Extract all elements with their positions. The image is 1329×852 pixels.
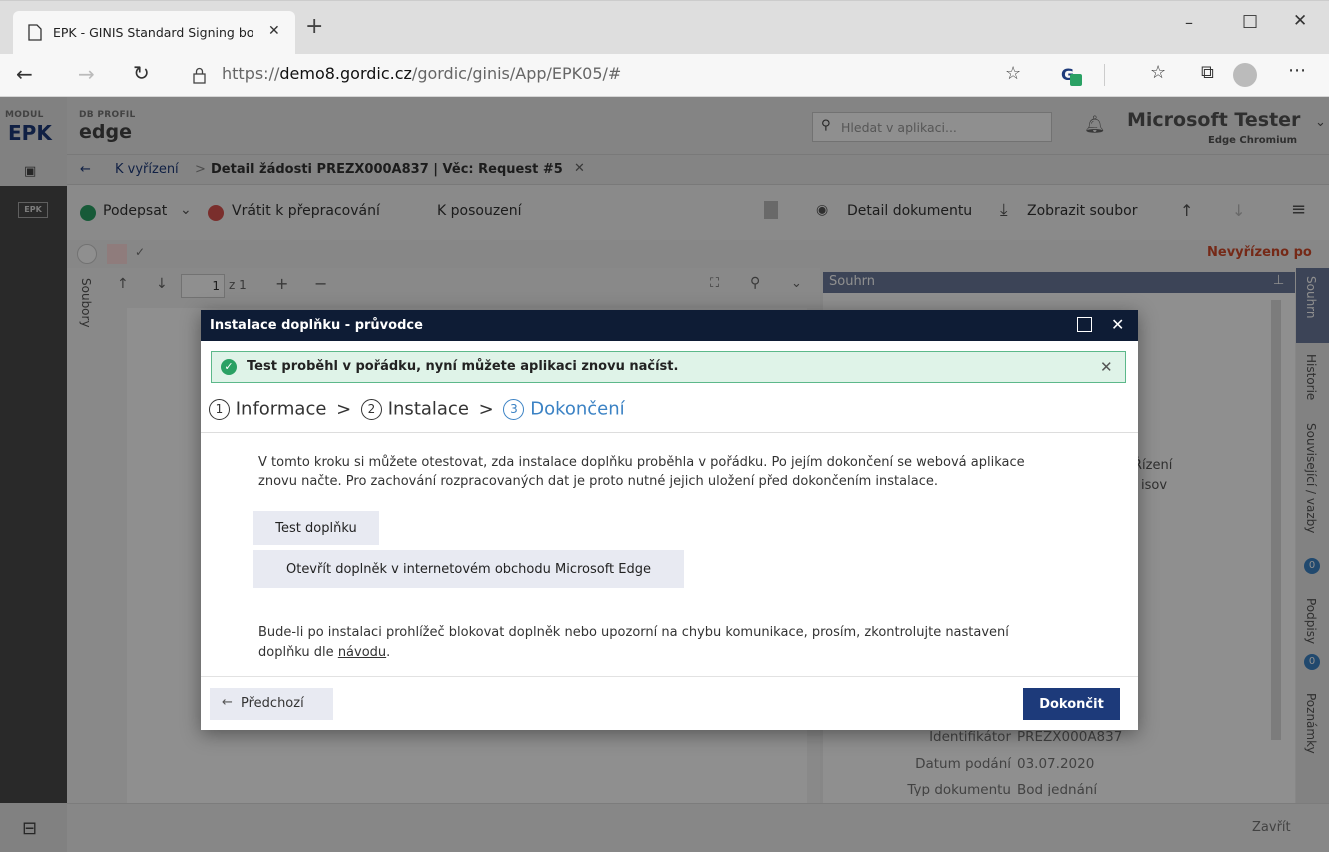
success-check-icon: ✓ <box>221 359 237 375</box>
note-prefix: doplňku dle <box>258 645 338 660</box>
guide-link[interactable]: návodu <box>338 645 386 660</box>
step-1-label: Informace <box>235 398 327 420</box>
footer-divider <box>201 676 1138 677</box>
back-arrow-icon[interactable]: ← <box>16 62 33 86</box>
extension-icon[interactable]: G <box>1061 65 1083 87</box>
collections-icon[interactable]: ⧉ <box>1201 62 1214 83</box>
minimize-button[interactable]: – <box>1185 13 1193 32</box>
url-path: /gordic/ginis/App/EPK05/# <box>411 64 622 83</box>
step-sep-2: > <box>478 398 494 420</box>
note: Bude-li po instalaci prohlížeč blokovat … <box>258 623 1009 663</box>
description: V tomto kroku si můžete otestovat, zda i… <box>258 453 1025 491</box>
note-suffix: . <box>386 645 391 660</box>
page-icon <box>28 24 42 41</box>
window-close-button[interactable]: ✕ <box>1293 11 1307 31</box>
profile-avatar[interactable] <box>1233 63 1257 87</box>
url-field[interactable]: https://demo8.gordic.cz/gordic/ginis/App… <box>222 64 621 83</box>
description-line-1: V tomto kroku si můžete otestovat, zda i… <box>258 455 1025 470</box>
close-icon[interactable]: ✕ <box>1111 315 1124 334</box>
browser-tab[interactable]: EPK - GINIS Standard Signing bo ✕ <box>13 11 295 55</box>
previous-label: Předchozí <box>241 696 304 711</box>
open-store-button[interactable]: Otevřít doplněk v internetovém obchodu M… <box>253 550 684 588</box>
dialog-title: Instalace doplňku - průvodce <box>210 318 423 333</box>
toolbar-divider <box>1104 64 1105 86</box>
alert-close-icon[interactable]: ✕ <box>1100 358 1113 376</box>
forward-arrow-icon[interactable]: → <box>78 62 95 86</box>
browser-tab-strip: EPK - GINIS Standard Signing bo ✕ + – □ … <box>0 0 1329 55</box>
favorite-star-icon[interactable]: ☆ <box>1005 63 1021 84</box>
maximize-icon[interactable] <box>1077 317 1092 332</box>
note-line-2: doplňku dle návodu. <box>258 643 1009 663</box>
new-tab-button[interactable]: + <box>305 16 323 38</box>
refresh-icon[interactable]: ↻ <box>133 61 150 85</box>
dialog-title-bar: Instalace doplňku - průvodce ✕ <box>201 310 1138 341</box>
maximize-button[interactable]: □ <box>1242 11 1258 31</box>
wizard-steps: 1 Informace > 2 Instalace > 3 Dokončení <box>209 398 625 420</box>
lock-icon <box>193 67 206 84</box>
address-bar-row: ← → ↻ https://demo8.gordic.cz/gordic/gin… <box>0 54 1329 97</box>
description-line-2: znovu načte. Pro zachování rozpracovanýc… <box>258 474 938 489</box>
success-alert: ✓ Test proběhl v pořádku, nyní můžete ap… <box>211 351 1126 383</box>
note-line-1: Bude-li po instalaci prohlížeč blokovat … <box>258 625 1009 640</box>
steps-divider <box>201 432 1138 433</box>
step-1-number: 1 <box>209 398 230 420</box>
step-2-number: 2 <box>360 398 382 420</box>
test-addon-button[interactable]: Test doplňku <box>253 511 379 545</box>
previous-button[interactable]: ← Předchozí <box>210 688 333 720</box>
back-arrow-icon: ← <box>222 695 233 710</box>
more-menu-icon[interactable]: ⋯ <box>1288 60 1306 81</box>
tab-close-icon[interactable]: ✕ <box>268 23 280 39</box>
step-sep-1: > <box>336 398 352 420</box>
wizard-dialog: Instalace doplňku - průvodce ✕ ✓ Test pr… <box>201 310 1138 730</box>
url-prefix: https:// <box>222 64 280 83</box>
url-domain: demo8.gordic.cz <box>279 64 412 83</box>
step-2-label: Instalace <box>387 398 469 420</box>
step-3-label: Dokončení <box>530 398 625 420</box>
success-message: Test proběhl v pořádku, nyní můžete apli… <box>247 359 679 374</box>
finish-button[interactable]: Dokončit <box>1023 688 1120 720</box>
step-3-number: 3 <box>503 398 525 420</box>
favorites-icon[interactable]: ☆ <box>1150 62 1166 83</box>
tab-title: EPK - GINIS Standard Signing bo <box>53 25 253 40</box>
